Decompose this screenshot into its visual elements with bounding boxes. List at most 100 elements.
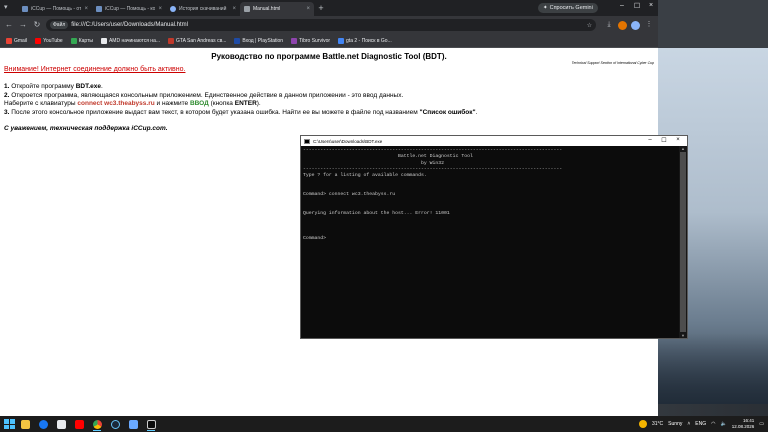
scroll-down-icon[interactable]: ▼	[679, 333, 687, 338]
back-icon[interactable]: ←	[4, 20, 14, 30]
signature: С уважением, техническая поддержка iCCup…	[4, 125, 168, 132]
console-titlebar[interactable]: C:\Users\user\Downloads\BDT.exe – ☐ ×	[301, 136, 687, 146]
minimize-icon[interactable]: –	[616, 2, 628, 9]
document-icon	[244, 6, 250, 12]
address-bar[interactable]: Файл file:///C:/Users/user/Downloads/Man…	[46, 19, 596, 31]
bookmarks-bar: Gmail YouTube Карты AMD начинаются на...…	[0, 34, 658, 48]
close-icon[interactable]: ×	[671, 137, 685, 143]
reload-icon[interactable]: ↻	[32, 20, 42, 30]
star-icon[interactable]: ☆	[587, 22, 592, 29]
console-window[interactable]: C:\Users\user\Downloads\BDT.exe – ☐ × --…	[300, 135, 688, 339]
page-title: Руководство по программе Battle.net Diag…	[211, 52, 447, 61]
bookmark-amd[interactable]: AMD начинаются на...	[100, 37, 160, 44]
console-output[interactable]: ----------------------------------------…	[303, 148, 677, 336]
weather-text[interactable]: Sunny	[668, 421, 682, 427]
scrollbar-thumb[interactable]	[680, 152, 686, 332]
maps-icon	[70, 37, 77, 44]
bookmark-youtube[interactable]: YouTube	[35, 37, 63, 44]
new-tab-button[interactable]: +	[314, 2, 328, 16]
bookmark-label: gta 2 - Поиск в Go...	[346, 37, 392, 44]
browser-toolbar: ← → ↻ Файл file:///C:/Users/user/Downloa…	[0, 16, 658, 34]
url-text[interactable]: file:///C:/Users/user/Downloads/Manual.h…	[71, 22, 583, 28]
bookmark-label: GTA San Andreas св...	[176, 37, 227, 44]
extension-icon[interactable]	[618, 20, 627, 30]
notification-icon[interactable]: ▭	[759, 421, 764, 427]
step-text: После этого консольное приложение выдаст…	[9, 108, 420, 116]
forward-icon[interactable]: →	[18, 20, 28, 30]
bookmark-gta-sa[interactable]: GTA San Andreas св...	[168, 37, 227, 44]
bookmark-tibro[interactable]: Tibro Survivor	[291, 37, 330, 44]
step-2-command: Наберите с клавиатуры connect wc3.theaby…	[4, 100, 477, 109]
bookmark-label: Gmail	[14, 37, 28, 44]
youtube-icon	[35, 37, 42, 44]
tab-iccup-2[interactable]: iCCup — Помощь - кострук и... ×	[92, 2, 166, 16]
bookmark-playstation[interactable]: Вход | PlayStation	[234, 37, 283, 44]
tab-downloads-history[interactable]: История скачиваний ×	[166, 2, 240, 16]
console-taskbar-icon[interactable]	[142, 417, 160, 431]
temperature[interactable]: 31°C	[652, 421, 663, 427]
step-text: и нажмите	[154, 100, 190, 107]
playstation-icon	[234, 37, 241, 44]
maximize-icon[interactable]: ☐	[657, 137, 671, 144]
gta-icon	[168, 37, 175, 44]
language-indicator[interactable]: ENG	[695, 421, 706, 427]
wifi-icon[interactable]: ◠	[711, 421, 715, 427]
program-name: BDT.exe	[75, 83, 102, 90]
iccup-favicon-icon	[22, 6, 28, 12]
ask-gemini-button[interactable]: ✦ Спросить Gemini	[538, 3, 598, 13]
file-chip[interactable]: Файл	[50, 21, 69, 29]
bookmark-gmail[interactable]: Gmail	[6, 37, 28, 44]
tab-label: iCCup — Помощь - кострук и...	[105, 6, 156, 12]
download-icon[interactable]: ⤓	[604, 20, 614, 30]
mail-icon[interactable]	[52, 417, 70, 431]
close-icon[interactable]: ×	[158, 6, 162, 12]
tab-manual[interactable]: Manual.html ×	[240, 2, 314, 16]
vpn-icon[interactable]	[124, 417, 142, 431]
sun-icon[interactable]	[639, 420, 647, 428]
scroll-up-icon[interactable]: ▲	[679, 146, 687, 151]
iccup-favicon-icon	[96, 6, 102, 12]
tab-label: Manual.html	[253, 6, 281, 12]
system-tray: 31°C Sunny ˄ ENG ◠ 🔈 16:41 12.08.2026 ▭	[639, 416, 764, 432]
minimize-icon[interactable]: –	[643, 137, 657, 143]
youtube-icon[interactable]	[70, 417, 88, 431]
chrome-icon[interactable]	[88, 417, 106, 431]
amd-icon	[100, 37, 107, 44]
file-explorer-icon[interactable]	[16, 417, 34, 431]
taskbar: 31°C Sunny ˄ ENG ◠ 🔈 16:41 12.08.2026 ▭	[0, 416, 768, 432]
key-enter: ENTER	[234, 100, 257, 107]
volume-icon[interactable]: 🔈	[721, 421, 727, 427]
sparkle-icon: ✦	[543, 5, 548, 11]
clock[interactable]: 16:41 12.08.2026	[732, 418, 755, 430]
step-text: .	[475, 108, 478, 116]
scrollbar[interactable]: ▲ ▼	[679, 146, 687, 338]
steam-icon[interactable]	[106, 417, 124, 431]
page-subtitle: Technical Support Section of Internation…	[571, 61, 654, 65]
menu-icon[interactable]: ⋮	[644, 20, 654, 30]
maximize-icon[interactable]: ☐	[631, 2, 643, 10]
tab-label: История скачиваний	[179, 6, 227, 12]
command-text: connect wc3.theabyss.ru	[77, 100, 155, 107]
download-icon	[170, 6, 176, 12]
key-name: ВВОД	[189, 100, 209, 107]
tab-iccup-1[interactable]: iCCup — Помощь - ответ ой... ×	[18, 2, 92, 16]
internet-warning: Внимание! Интернет соединение должно быт…	[4, 66, 186, 73]
bookmark-label: Карты	[78, 37, 93, 44]
instructions: 1. Откройте программу BDT.exe. 2. Открое…	[4, 83, 477, 117]
bookmark-maps[interactable]: Карты	[70, 37, 93, 44]
avatar[interactable]	[631, 20, 640, 30]
step-text: (кнопка	[208, 100, 235, 107]
close-icon[interactable]: ×	[84, 6, 88, 12]
tab-search-icon[interactable]: ▾	[4, 3, 14, 13]
close-window-icon[interactable]: ×	[645, 2, 657, 9]
gmail-icon	[6, 37, 12, 44]
chevron-up-icon[interactable]: ˄	[687, 421, 690, 427]
close-icon[interactable]: ×	[232, 6, 236, 12]
bookmark-gta2-search[interactable]: gta 2 - Поиск в Go...	[338, 37, 392, 44]
close-icon[interactable]: ×	[306, 6, 310, 12]
start-button[interactable]	[2, 417, 16, 431]
console-title: C:\Users\user\Downloads\BDT.exe	[313, 138, 383, 144]
facebook-icon[interactable]	[34, 417, 52, 431]
step-text: ).	[256, 100, 261, 107]
step-text: .	[101, 83, 103, 90]
